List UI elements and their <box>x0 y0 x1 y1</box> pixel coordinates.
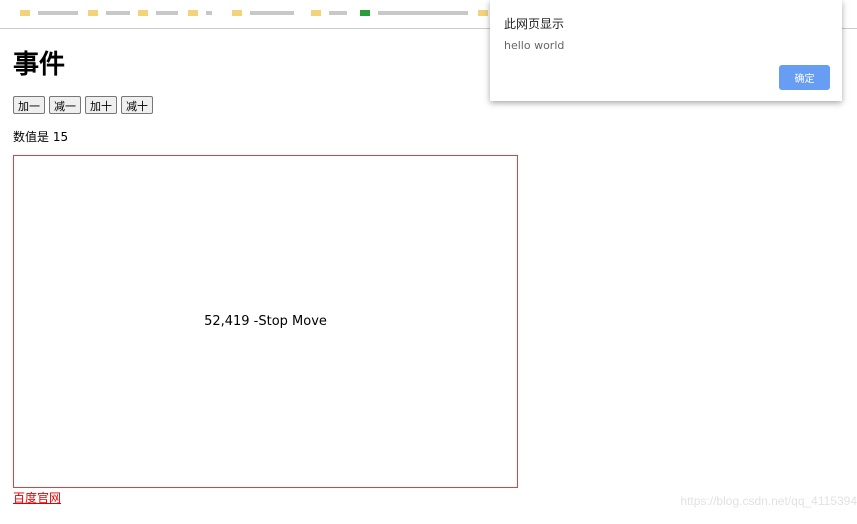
bookmark-item[interactable] <box>478 9 488 17</box>
folder-icon <box>88 10 98 16</box>
minus-one-button[interactable]: 减一 <box>49 96 81 114</box>
bookmark-item[interactable] <box>20 9 78 17</box>
folder-icon <box>478 10 488 16</box>
bookmark-item[interactable] <box>88 9 130 17</box>
value-text: 数值是 15 <box>13 130 69 144</box>
folder-icon <box>188 10 198 16</box>
ok-button[interactable]: 确定 <box>779 65 830 90</box>
folder-icon <box>232 10 242 16</box>
mouse-tracking-box[interactable]: 52,419 -Stop Move <box>13 155 518 488</box>
mouse-position-text: 52,419 -Stop Move <box>204 314 327 329</box>
bookmark-item[interactable] <box>232 9 294 17</box>
bookmark-item[interactable] <box>138 9 178 17</box>
watermark: https://blog.csdn.net/qq_4115394 <box>680 494 857 508</box>
bookmark-item[interactable] <box>188 9 212 17</box>
alert-dialog: 此网页显示 hello world 确定 <box>490 0 842 101</box>
add-one-button[interactable]: 加一 <box>13 96 45 114</box>
folder-icon <box>20 10 30 16</box>
bookmark-item[interactable] <box>360 9 468 17</box>
folder-icon <box>138 10 148 16</box>
baidu-link[interactable]: 百度官网 <box>13 489 61 506</box>
page-title: 事件 <box>13 50 66 80</box>
button-group: 加一 减一 加十 减十 <box>13 96 153 114</box>
add-ten-button[interactable]: 加十 <box>85 96 117 114</box>
site-icon <box>360 10 370 16</box>
bookmark-item[interactable] <box>311 9 347 17</box>
folder-icon <box>311 10 321 16</box>
dialog-message: hello world <box>504 39 565 52</box>
minus-ten-button[interactable]: 减十 <box>121 96 153 114</box>
dialog-title: 此网页显示 <box>504 17 565 31</box>
